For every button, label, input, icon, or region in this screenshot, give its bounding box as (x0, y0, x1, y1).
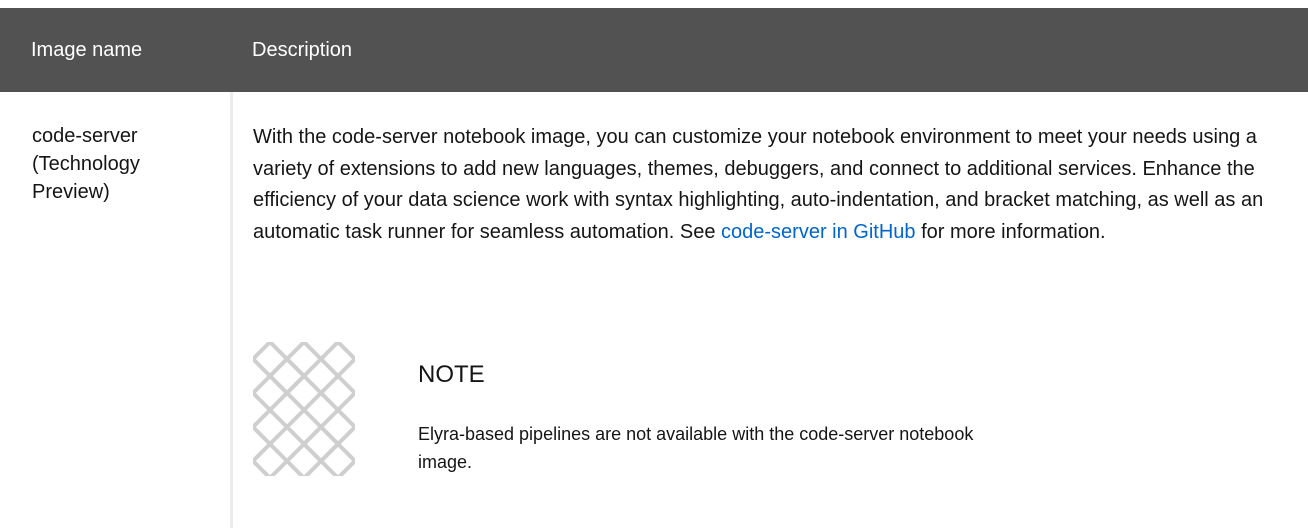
table-row: code-server (Technology Preview) With th… (0, 92, 1308, 528)
code-server-github-link[interactable]: code-server in GitHub (721, 221, 916, 243)
image-name-cell: code-server (Technology Preview) (32, 125, 140, 203)
column-divider (230, 92, 233, 528)
image-table: Image name Description code-server (Tech… (0, 8, 1308, 528)
note-pattern-icon (253, 342, 355, 476)
note-title: NOTE (418, 361, 485, 388)
description-cell: With the code-server notebook image, you… (253, 122, 1283, 248)
note-admonition: NOTE Elyra-based pipelines are not avail… (253, 342, 1283, 482)
description-text-end: for more information. (915, 220, 1106, 243)
header-description: Description (252, 39, 353, 61)
header-image-name: Image name (31, 39, 143, 61)
note-body: Elyra-based pipelines are not available … (418, 424, 974, 472)
table-header: Image name Description (0, 8, 1308, 92)
